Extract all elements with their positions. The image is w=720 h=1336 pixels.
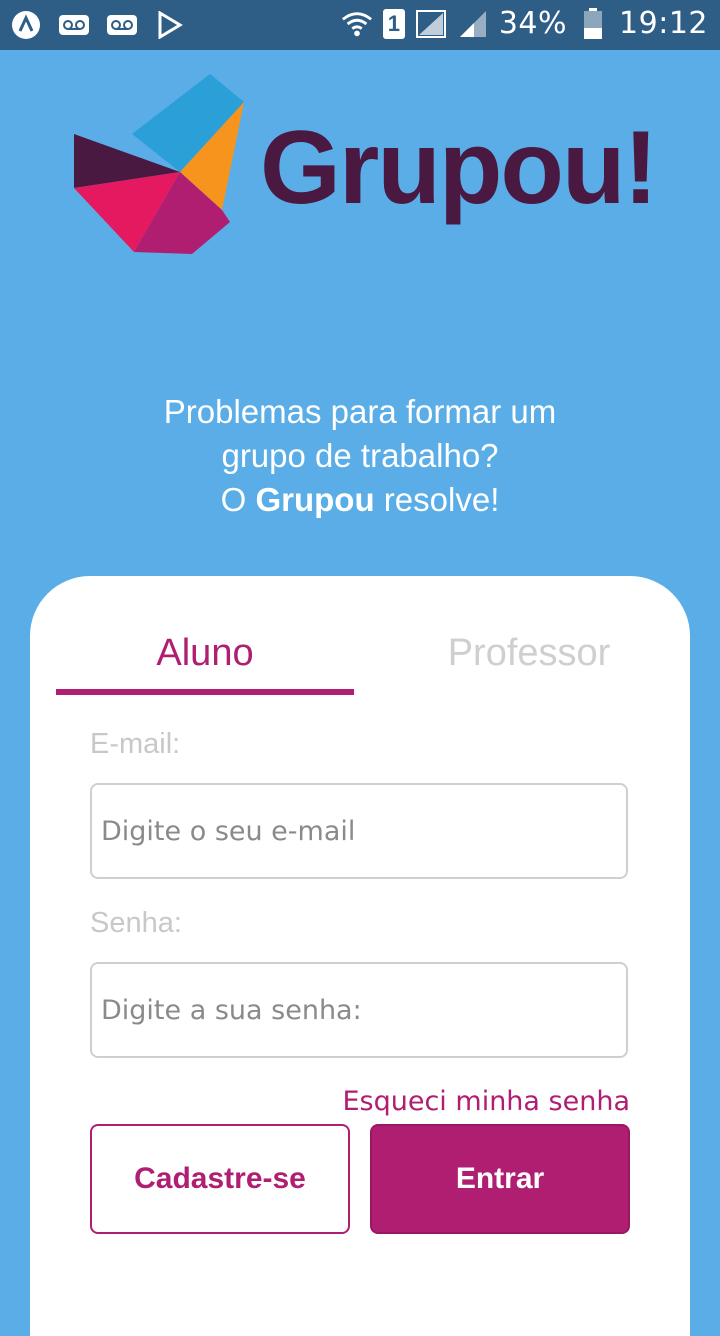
tab-professor[interactable]: Professor <box>384 632 674 675</box>
grupou-logo-icon <box>74 74 244 254</box>
signal-icon <box>415 8 447 40</box>
clock: 19:12 <box>619 6 708 41</box>
app-logo: Grupou! <box>72 72 658 262</box>
wifi-icon <box>341 8 373 40</box>
sim-badge: 1 <box>382 8 405 39</box>
email-label: E-mail: <box>90 728 181 760</box>
status-bar: 1 34% 19:12 <box>0 0 720 50</box>
tagline: Problemas para formar um grupo de trabal… <box>0 390 720 522</box>
tagline-brand: Grupou <box>255 481 375 518</box>
tagline-line: Problemas para formar um <box>163 393 557 430</box>
email-field[interactable]: Digite o seu e-mail <box>90 783 628 879</box>
tagline-line: O Grupou resolve! <box>0 478 720 522</box>
forgot-password-link[interactable]: Esqueci minha senha <box>342 1086 630 1117</box>
logo-text: Grupou! <box>260 110 658 226</box>
password-field[interactable]: Digite a sua senha: <box>90 962 628 1058</box>
battery-percent: 34% <box>498 6 568 41</box>
voicemail-icon <box>106 9 138 41</box>
login-button[interactable]: Entrar <box>370 1124 630 1234</box>
tagline-line: grupo de trabalho? <box>221 437 499 474</box>
register-button[interactable]: Cadastre-se <box>90 1124 350 1234</box>
password-label: Senha: <box>90 907 182 939</box>
battery-icon <box>577 7 609 40</box>
voicemail-icon <box>58 9 90 41</box>
tab-aluno[interactable]: Aluno <box>56 632 354 675</box>
tagline-text: O <box>220 481 256 518</box>
tagline-text: resolve! <box>374 481 500 518</box>
app-a-icon <box>10 9 42 41</box>
play-store-icon <box>154 9 186 41</box>
signal-icon <box>457 8 489 40</box>
active-tab-indicator <box>56 689 354 695</box>
login-card: Aluno Professor E-mail: Digite o seu e-m… <box>30 576 690 1336</box>
